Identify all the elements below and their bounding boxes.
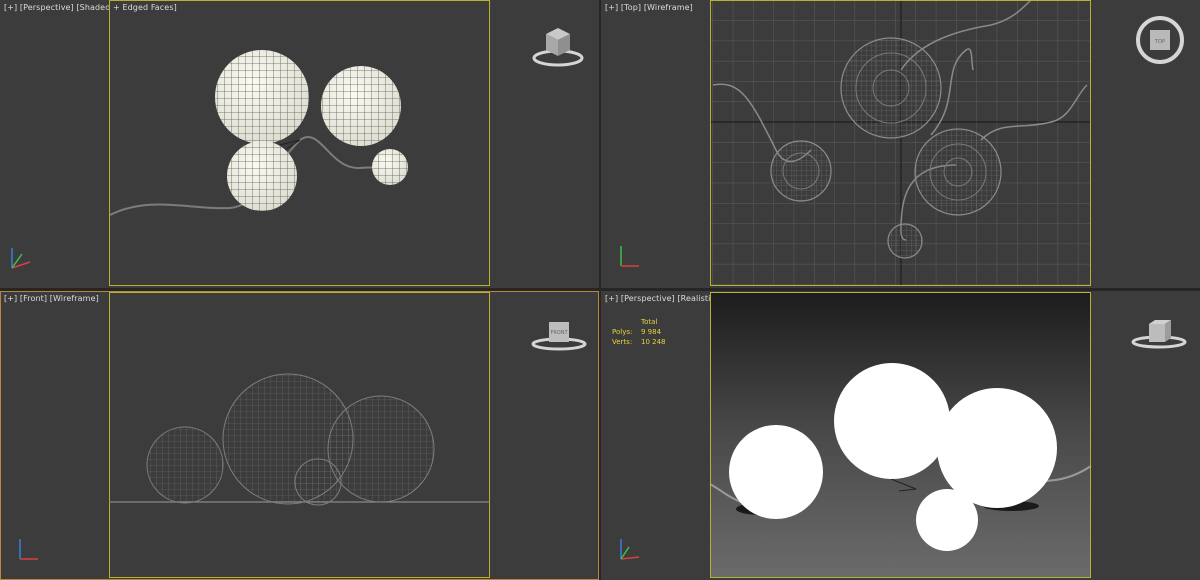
scene-spheres-shaded	[109, 50, 408, 216]
viewcube-top-icon[interactable]: TOP	[1132, 12, 1188, 68]
sphere-medium[interactable]	[321, 66, 401, 146]
verts-label: Verts:	[612, 338, 633, 346]
viewcube-front-text: FRONT	[550, 330, 568, 336]
axis-tripod-icon	[620, 246, 639, 267]
safe-frame	[710, 0, 1091, 286]
sphere-front-small[interactable]	[294, 458, 342, 506]
sphere-small[interactable]	[372, 149, 408, 185]
sphere-front-left[interactable]	[146, 426, 224, 504]
viewport-perspective-shaded[interactable]: [+] [Perspective] [Shaded + Edged Faces]	[0, 0, 599, 288]
viewcube-icon[interactable]	[1131, 316, 1187, 356]
viewport-front-wireframe[interactable]: [+] [Front] [Wireframe] FRONT	[0, 291, 599, 580]
sphere-front[interactable]	[227, 141, 297, 211]
safe-frame	[710, 292, 1091, 578]
viewcube-icon[interactable]	[530, 22, 586, 72]
polys-label: Polys:	[612, 328, 633, 336]
verts-value: 10 248	[641, 338, 666, 346]
sphere-large[interactable]	[215, 50, 309, 144]
scene-spheres-front	[109, 373, 490, 506]
viewport-top-wireframe[interactable]: [+] [Top] [Wireframe] TOP	[601, 0, 1200, 288]
statistics-panel: Total Polys: 9 984 Verts: 10 248	[612, 317, 666, 347]
axis-tripod-icon	[19, 539, 38, 560]
viewport-layout: [+] [Perspective] [Shaded + Edged Faces]	[0, 0, 1200, 580]
viewcube-front-icon[interactable]: FRONT	[531, 318, 587, 358]
polys-value: 9 984	[641, 328, 662, 336]
axis-tripod-icon	[620, 539, 640, 560]
viewcube-top-text: TOP	[1154, 39, 1165, 45]
stats-header: Total	[641, 318, 658, 326]
sphere-front-right[interactable]	[327, 395, 435, 503]
viewport-perspective-realistic[interactable]: [+] [Perspective] [Realistic] Total Poly…	[601, 291, 1200, 580]
axis-tripod-icon	[11, 248, 31, 269]
